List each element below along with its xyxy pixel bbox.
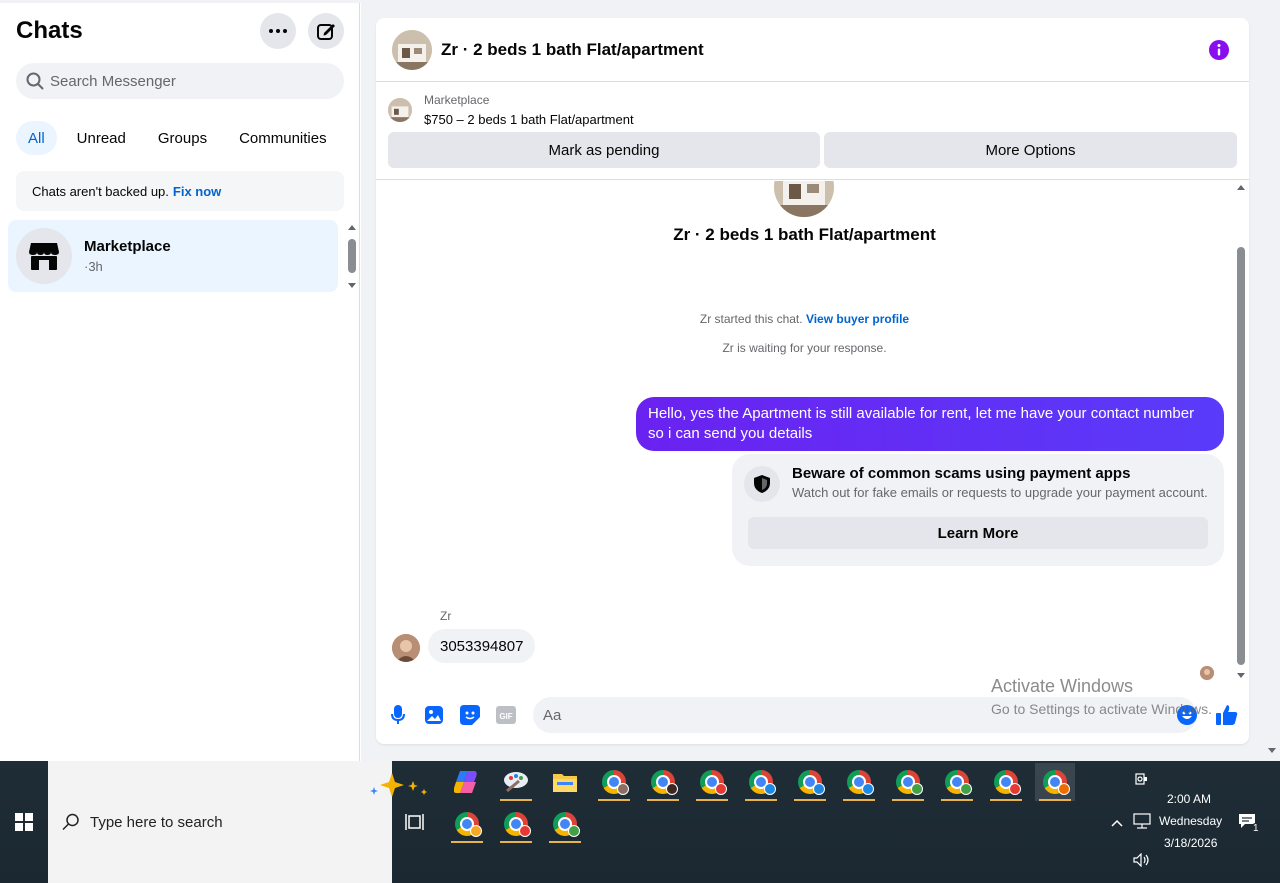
taskbar-chrome-8[interactable]: [937, 763, 977, 801]
listing-thumbnail[interactable]: [392, 29, 432, 70]
clock-date[interactable]: 3/18/2026: [1164, 836, 1217, 850]
filter-unread[interactable]: Unread: [65, 121, 138, 155]
volume-icon[interactable]: [1133, 852, 1151, 870]
learn-more-button[interactable]: Learn More: [748, 517, 1208, 549]
marketplace-avatar: [16, 228, 72, 284]
clock-time[interactable]: 2:00 AM: [1167, 792, 1211, 806]
folder-icon: [553, 774, 577, 792]
taskbar-chrome-2[interactable]: [643, 763, 683, 801]
taskbar-paint[interactable]: [496, 763, 536, 801]
intro-title: Zr · 2 beds 1 bath Flat/apartment: [673, 225, 936, 244]
photo-icon[interactable]: [423, 704, 445, 726]
messenger-app: Chats All Unread Groups Communities Chat…: [0, 0, 1280, 761]
message-input-wrapper[interactable]: [533, 697, 1197, 733]
taskbar-chrome-11[interactable]: [447, 805, 487, 843]
taskbar-chrome-3[interactable]: [692, 763, 732, 801]
sparkle-icon: [370, 773, 427, 797]
clock-day[interactable]: Wednesday: [1159, 814, 1222, 828]
chat-time: ·3h: [84, 259, 103, 274]
message-input[interactable]: [543, 706, 1143, 724]
filter-communities[interactable]: Communities: [227, 121, 339, 155]
outgoing-message[interactable]: Hello, yes the Apartment is still availa…: [636, 397, 1224, 451]
sidebar: Chats All Unread Groups Communities Chat…: [0, 3, 360, 761]
chat-name: Marketplace: [84, 238, 171, 255]
thumbs-up-icon[interactable]: [1216, 704, 1238, 726]
taskbar-chrome-13[interactable]: [545, 805, 585, 843]
task-view-icon[interactable]: [405, 813, 425, 836]
fix-now-link[interactable]: Fix now: [173, 184, 221, 199]
sidebar-scrollbar[interactable]: [346, 225, 358, 291]
more-options-listing-button[interactable]: More Options: [824, 132, 1237, 168]
ellipsis-icon: [269, 29, 287, 33]
more-options-button[interactable]: [260, 13, 296, 49]
page-scroll-down-arrow[interactable]: [1268, 748, 1276, 753]
waiting-notice: Zr is waiting for your response.: [722, 341, 887, 355]
taskbar-chrome-12[interactable]: [496, 805, 536, 843]
show-hidden-icons-icon[interactable]: [1111, 816, 1123, 830]
conversation-header: Zr · 2 beds 1 bath Flat/apartment: [376, 18, 1249, 82]
backup-notice-text: Chats aren't backed up.: [32, 183, 169, 199]
windows-taskbar: Type here to search 2:00 AM Wednesday 3/…: [0, 761, 1280, 883]
seen-avatar: [1200, 666, 1214, 680]
message-list: Zr · 2 beds 1 bath Flat/apartment Zr sta…: [376, 181, 1249, 686]
backup-notice: Chats aren't backed up. Fix now: [16, 171, 344, 211]
taskbar-file-explorer[interactable]: [545, 763, 585, 801]
scam-warning-card: Beware of common scams using payment app…: [732, 454, 1224, 566]
taskbar-chrome-6[interactable]: [839, 763, 879, 801]
info-icon[interactable]: [1209, 40, 1229, 65]
taskbar-copilot[interactable]: [446, 763, 486, 801]
search-input[interactable]: [50, 72, 330, 90]
messages-scrollbar[interactable]: [1233, 181, 1249, 686]
taskbar-chrome-4[interactable]: [741, 763, 781, 801]
windows-start-icon[interactable]: [15, 813, 33, 831]
sticker-icon[interactable]: [459, 704, 481, 726]
emoji-icon[interactable]: [1176, 704, 1198, 726]
shield-icon: [744, 466, 780, 502]
storefront-icon: [29, 243, 59, 270]
filter-all[interactable]: All: [16, 121, 57, 155]
compose-icon: [317, 24, 335, 40]
marketplace-listing-bar: Marketplace $750 – 2 beds 1 bath Flat/ap…: [376, 83, 1249, 180]
incoming-sender-name: Zr: [440, 609, 452, 623]
conversation-title[interactable]: Zr · 2 beds 1 bath Flat/apartment: [441, 40, 704, 60]
new-message-button[interactable]: [308, 13, 344, 49]
listing-large-thumbnail: [774, 181, 834, 217]
taskbar-chrome-7[interactable]: [888, 763, 928, 801]
taskbar-chrome-1[interactable]: [594, 763, 634, 801]
view-buyer-profile-link[interactable]: View buyer profile: [806, 312, 909, 326]
scam-warning-subtitle: Watch out for fake emails or requests to…: [792, 485, 1208, 500]
meet-now-icon[interactable]: [1134, 771, 1148, 790]
network-icon[interactable]: [1133, 813, 1151, 832]
chat-started-text: Zr started this chat.: [699, 312, 803, 326]
conversation-panel: Zr · 2 beds 1 bath Flat/apartment Market…: [376, 18, 1249, 744]
filter-groups[interactable]: Groups: [146, 121, 219, 155]
chat-list-item[interactable]: Marketplace ·3h: [8, 220, 338, 292]
marketplace-label: Marketplace: [424, 93, 490, 107]
search-icon: [62, 813, 79, 831]
sender-avatar[interactable]: [392, 634, 420, 662]
incoming-message[interactable]: 3053394807: [428, 629, 536, 663]
sidebar-title: Chats: [16, 17, 83, 44]
mark-as-pending-button[interactable]: Mark as pending: [388, 132, 820, 168]
search-icon: [26, 72, 44, 90]
taskbar-search-placeholder: Type here to search: [90, 813, 223, 831]
svg-text:GIF: GIF: [499, 712, 512, 721]
listing-small-thumbnail: [388, 98, 412, 122]
paint-icon: [504, 772, 528, 793]
taskbar-chrome-10[interactable]: [1035, 763, 1075, 801]
microphone-icon[interactable]: [387, 704, 409, 726]
copilot-icon: [454, 771, 477, 793]
notification-count-badge: 1: [1251, 823, 1261, 834]
scam-warning-title: Beware of common scams using payment app…: [792, 465, 1131, 482]
chat-filters: All Unread Groups Communities: [16, 121, 339, 155]
composer: GIF: [376, 694, 1249, 738]
search-bar[interactable]: [16, 63, 344, 99]
taskbar-chrome-9[interactable]: [986, 763, 1026, 801]
taskbar-chrome-5[interactable]: [790, 763, 830, 801]
listing-price[interactable]: $750 – 2 beds 1 bath Flat/apartment: [424, 112, 634, 127]
gif-icon[interactable]: GIF: [495, 704, 517, 726]
taskbar-search-box[interactable]: Type here to search: [48, 761, 427, 883]
chat-started-notice: Zr started this chat. View buyer profile: [376, 312, 1233, 326]
